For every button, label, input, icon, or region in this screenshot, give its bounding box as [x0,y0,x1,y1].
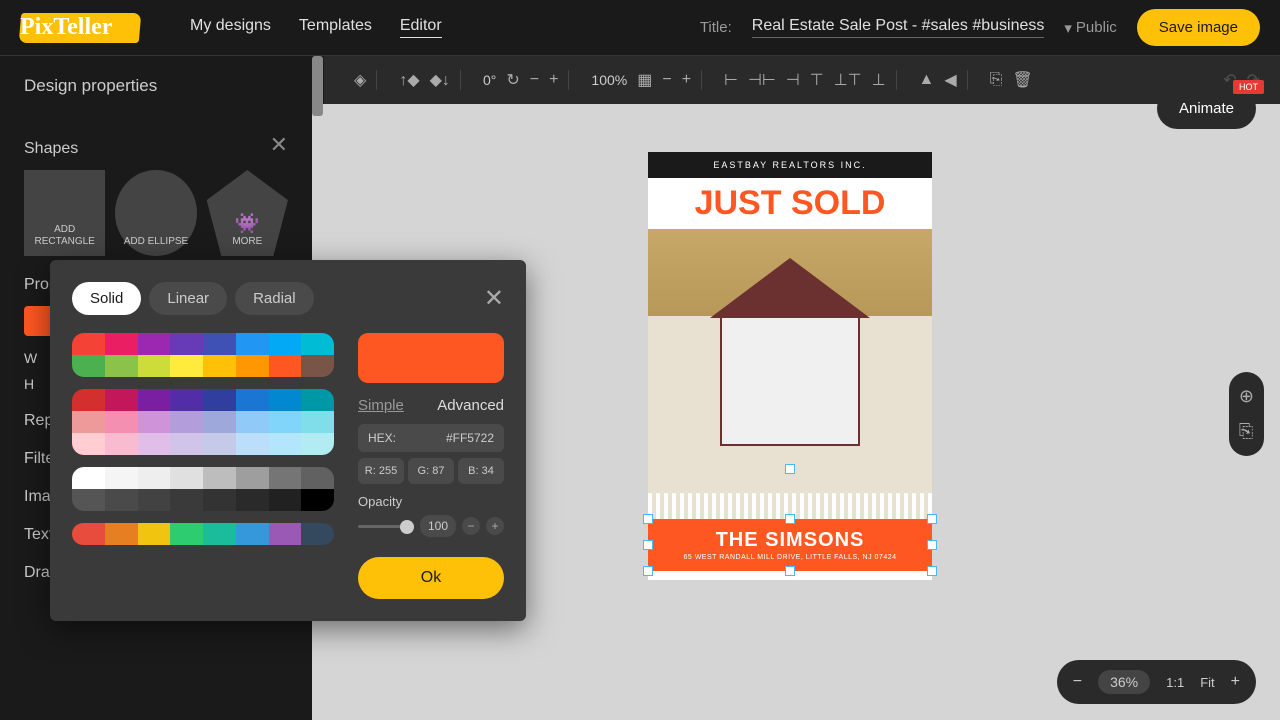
scrollbar[interactable] [312,56,323,116]
canvas-toolbar: ◈ ↑◆ ◆↓ 0° ↻ − + 100% ▦ − + ⊢ ⊣⊢ ⊣ ⊤ ⊥⊤ … [324,56,1280,104]
side-tools: ⊕ ⎘ [1229,372,1264,456]
align-center-icon[interactable]: ⊣⊢ [748,70,776,90]
bring-forward-icon[interactable]: ↑◆ [399,70,419,90]
send-backward-icon[interactable]: ◆↓ [430,70,450,90]
duplicate-page-icon[interactable]: ⎘ [1239,421,1254,442]
flip-h-icon[interactable]: ▲ [919,71,935,89]
zoom-actual[interactable]: 1:1 [1166,675,1184,690]
hex-input[interactable]: HEX:#FF5722 [358,424,504,452]
b-input[interactable]: B: 34 [458,458,504,484]
swatch-palette-1[interactable] [72,333,334,377]
main-nav: My designs Templates Editor [190,17,442,38]
animate-button[interactable]: Animate HOT [1157,88,1256,129]
save-button[interactable]: Save image [1137,9,1260,46]
opacity-minus[interactable]: − [462,517,480,535]
minus-icon[interactable]: − [530,71,539,89]
zoom-percentage[interactable]: 36% [1098,670,1150,694]
opacity-value[interactable]: 100 [420,515,456,537]
canvas-photo [648,229,932,519]
opacity-slider[interactable] [358,525,414,528]
nav-my-designs[interactable]: My designs [190,17,271,38]
close-icon[interactable]: ✕ [484,284,504,313]
design-properties-label[interactable]: Design properties [24,76,288,96]
plus-icon[interactable]: + [549,71,558,89]
align-top-icon[interactable]: ⊤ [810,70,824,90]
r-input[interactable]: R: 255 [358,458,404,484]
opacity-label: Opacity [358,494,504,509]
swatch-palette-2[interactable] [72,389,334,455]
trash-icon[interactable]: 🗑 [1013,70,1033,90]
visibility-toggle[interactable]: ▾ Public [1064,19,1116,37]
tab-linear[interactable]: Linear [149,282,227,315]
canvas-company: EASTBAY REALTORS INC. [648,152,932,178]
color-picker-panel: Solid Linear Radial ✕ [50,260,526,621]
app-header: PixTeller My designs Templates Editor Ti… [0,0,1280,56]
add-page-icon[interactable]: ⊕ [1239,386,1254,407]
title-label: Title: [700,19,732,36]
minus-icon[interactable]: − [662,71,671,89]
layers-icon[interactable]: ◈ [354,70,366,90]
g-input[interactable]: G: 87 [408,458,454,484]
selected-element[interactable]: THE SIMSONS 65 WEST RANDALL MILL DRIVE, … [648,519,932,571]
swatch-flat[interactable] [72,523,334,545]
flip-v-icon[interactable]: ◀ [944,70,956,90]
align-left-icon[interactable]: ⊢ [724,70,738,90]
zoom-in-icon[interactable]: + [1231,673,1240,691]
canvas-headline: JUST SOLD [648,178,932,229]
nav-templates[interactable]: Templates [299,17,372,38]
more-shapes-button[interactable]: 👾MORE [207,170,288,256]
mode-advanced[interactable]: Advanced [437,397,504,414]
transparency-icon[interactable]: ▦ [637,70,652,90]
mode-simple[interactable]: Simple [358,397,404,414]
tab-radial[interactable]: Radial [235,282,314,315]
zoom-fit[interactable]: Fit [1200,675,1214,690]
duplicate-icon[interactable]: ⎘ [990,71,1003,89]
plus-icon[interactable]: + [682,71,691,89]
design-title[interactable]: Real Estate Sale Post - #sales #business [752,17,1045,38]
zoom-value[interactable]: 100% [591,72,627,88]
ok-button[interactable]: Ok [358,557,504,599]
design-canvas[interactable]: EASTBAY REALTORS INC. JUST SOLD THE SIMS… [648,152,932,580]
swatch-grayscale[interactable] [72,467,334,511]
add-ellipse-button[interactable]: ADD ELLIPSE [115,170,196,256]
nav-editor[interactable]: Editor [400,17,442,38]
zoom-out-icon[interactable]: − [1073,673,1082,691]
close-icon[interactable]: ✕ [270,132,288,158]
logo[interactable]: PixTeller [20,8,150,48]
opacity-plus[interactable]: + [486,517,504,535]
align-bottom-icon[interactable]: ⊥ [872,70,886,90]
shapes-section: Shapes [24,140,78,158]
align-right-icon[interactable]: ⊣ [786,70,800,90]
hot-badge: HOT [1233,80,1264,94]
color-preview [358,333,504,383]
align-middle-icon[interactable]: ⊥⊤ [834,70,862,90]
rotation-value[interactable]: 0° [483,72,496,88]
add-rectangle-button[interactable]: ADD RECTANGLE [24,170,105,256]
rotate-icon[interactable]: ↻ [506,70,519,90]
tab-solid[interactable]: Solid [72,282,141,315]
zoom-controls: − 36% 1:1 Fit + [1057,660,1256,704]
